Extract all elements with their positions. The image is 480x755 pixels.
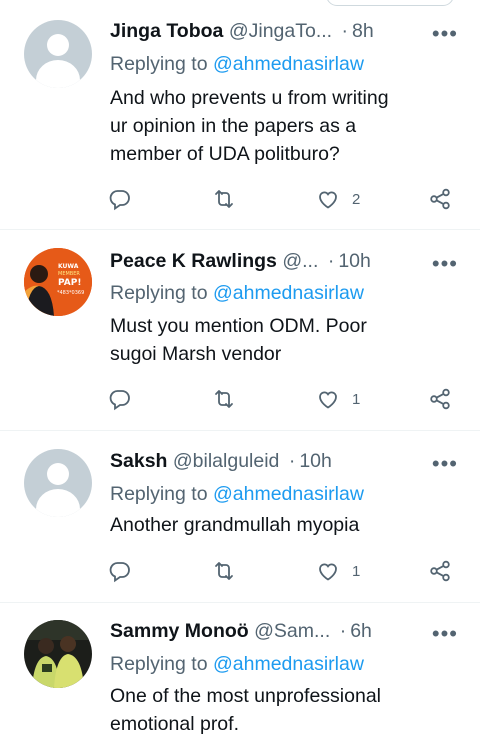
reply-icon bbox=[109, 390, 130, 411]
more-icon[interactable]: ••• bbox=[432, 623, 458, 645]
retweet-button[interactable] bbox=[212, 184, 236, 214]
like-icon bbox=[319, 191, 337, 209]
avatar[interactable]: KUWA MEMBER PAP! *483*0369 bbox=[24, 248, 92, 316]
replying-to: Replying to @ahmednasirlaw bbox=[110, 653, 364, 676]
reply-icon bbox=[109, 190, 130, 211]
like-button[interactable]: 2 bbox=[316, 184, 360, 214]
retweet-button[interactable] bbox=[212, 384, 236, 414]
like-icon bbox=[319, 563, 337, 581]
replying-to-label: Replying to bbox=[110, 282, 208, 304]
tweet-text: And who prevents u from writing ur opini… bbox=[110, 84, 460, 168]
tweet-text-line: And who prevents u from writing bbox=[110, 87, 389, 109]
avatar-text: MEMBER bbox=[58, 271, 80, 277]
tweet-actions: 1 bbox=[108, 384, 458, 414]
replying-to-handle[interactable]: @ahmednasirlaw bbox=[213, 483, 364, 505]
avatar[interactable] bbox=[24, 620, 92, 688]
tweet-text-line: ur opinion in the papers as a bbox=[110, 115, 357, 137]
separator-dot: · bbox=[327, 250, 335, 272]
separator-dot: · bbox=[288, 450, 296, 472]
share-button[interactable] bbox=[428, 556, 452, 586]
like-icon bbox=[319, 391, 337, 409]
author-handle[interactable]: @Sam... bbox=[254, 620, 330, 642]
like-button[interactable]: 1 bbox=[316, 556, 360, 586]
tweet-text-line: emotional prof. bbox=[110, 713, 239, 735]
share-button[interactable] bbox=[428, 384, 452, 414]
reply-button[interactable] bbox=[108, 556, 132, 586]
tweet-text: One of the most unprofessional emotional… bbox=[110, 682, 460, 738]
tweet-header: Saksh @bilalguleid · 10h bbox=[110, 450, 468, 476]
share-icon bbox=[430, 560, 450, 582]
timestamp[interactable]: 10h bbox=[338, 250, 371, 272]
tweet-actions: 1 bbox=[108, 556, 458, 586]
retweet-icon bbox=[215, 390, 233, 408]
tweet-text-line: sugoi Marsh vendor bbox=[110, 343, 282, 365]
author-name[interactable]: Sammy Monoö bbox=[110, 620, 249, 642]
replying-to-label: Replying to bbox=[110, 653, 208, 675]
replying-to: Replying to @ahmednasirlaw bbox=[110, 53, 364, 76]
replying-to-handle[interactable]: @ahmednasirlaw bbox=[213, 53, 364, 75]
tweet-text-line: member of UDA politburo? bbox=[110, 143, 340, 165]
like-button[interactable]: 1 bbox=[316, 384, 360, 414]
replying-to-label: Replying to bbox=[110, 483, 208, 505]
replying-to-handle[interactable]: @ahmednasirlaw bbox=[213, 282, 364, 304]
more-icon[interactable]: ••• bbox=[432, 453, 458, 475]
author-handle[interactable]: @bilalguleid bbox=[173, 450, 280, 472]
timestamp[interactable]: 6h bbox=[350, 620, 372, 642]
avatar-text: KUWA bbox=[58, 263, 79, 270]
avatar[interactable] bbox=[24, 449, 92, 517]
replying-to: Replying to @ahmednasirlaw bbox=[110, 282, 364, 305]
author-handle[interactable]: @... bbox=[282, 250, 318, 272]
retweet-button[interactable] bbox=[212, 556, 236, 586]
tweet-text-line: Must you mention ODM. Poor bbox=[110, 315, 367, 337]
like-count: 1 bbox=[352, 390, 361, 408]
tweet-jinga-toboa[interactable]: Jinga Toboa @JingaTo... · 8h ••• Replying… bbox=[0, 0, 480, 228]
like-count: 1 bbox=[352, 562, 361, 580]
avatar-text: *483*0369 bbox=[57, 290, 84, 296]
tweet-actions: 2 bbox=[108, 184, 458, 214]
replying-to-handle[interactable]: @ahmednasirlaw bbox=[213, 653, 364, 675]
tweet-text: Must you mention ODM. Poor sugoi Marsh v… bbox=[110, 312, 460, 368]
author-name[interactable]: Peace K Rawlings bbox=[110, 250, 277, 272]
share-icon bbox=[430, 188, 450, 210]
retweet-icon bbox=[215, 190, 233, 208]
timestamp[interactable]: 10h bbox=[299, 450, 332, 472]
tweet-peace-k-rawlings[interactable]: KUWA MEMBER PAP! *483*0369 Peace K Rawli… bbox=[0, 230, 480, 428]
tweet-sammy-monoo[interactable]: Sammy Monoö @Sam... · 6h ••• Replying to … bbox=[0, 603, 480, 755]
replying-to-label: Replying to bbox=[110, 53, 208, 75]
tweet-header: Peace K Rawlings @... · 10h bbox=[110, 250, 468, 276]
tweet-text-line: One of the most unprofessional bbox=[110, 685, 381, 707]
avatar-photo bbox=[24, 620, 92, 688]
tweet-saksh[interactable]: Saksh @bilalguleid · 10h ••• Replying to … bbox=[0, 431, 480, 601]
author-name[interactable]: Jinga Toboa bbox=[110, 20, 223, 42]
share-button[interactable] bbox=[428, 184, 452, 214]
timestamp[interactable]: 8h bbox=[352, 20, 374, 42]
more-icon[interactable]: ••• bbox=[432, 253, 458, 275]
avatar-photo: KUWA MEMBER PAP! *483*0369 bbox=[24, 248, 92, 316]
reply-button[interactable] bbox=[108, 384, 132, 414]
separator-dot: · bbox=[339, 620, 347, 642]
author-handle[interactable]: @JingaTo... bbox=[229, 20, 332, 42]
reply-button[interactable] bbox=[108, 184, 132, 214]
author-name[interactable]: Saksh bbox=[110, 450, 167, 472]
tweet-text-line: Another grandmullah myopia bbox=[110, 514, 360, 536]
like-count: 2 bbox=[352, 190, 361, 208]
tweet-header: Jinga Toboa @JingaTo... · 8h bbox=[110, 20, 468, 46]
tweet-text: Another grandmullah myopia bbox=[110, 511, 460, 539]
share-icon bbox=[430, 388, 450, 410]
retweet-icon bbox=[215, 562, 233, 580]
tweet-header: Sammy Monoö @Sam... · 6h bbox=[110, 620, 468, 646]
separator-dot: · bbox=[341, 20, 349, 42]
avatar-text: PAP! bbox=[58, 278, 81, 288]
replying-to: Replying to @ahmednasirlaw bbox=[110, 483, 364, 506]
more-icon[interactable]: ••• bbox=[432, 23, 458, 45]
avatar[interactable] bbox=[24, 20, 92, 88]
reply-icon bbox=[109, 562, 130, 583]
